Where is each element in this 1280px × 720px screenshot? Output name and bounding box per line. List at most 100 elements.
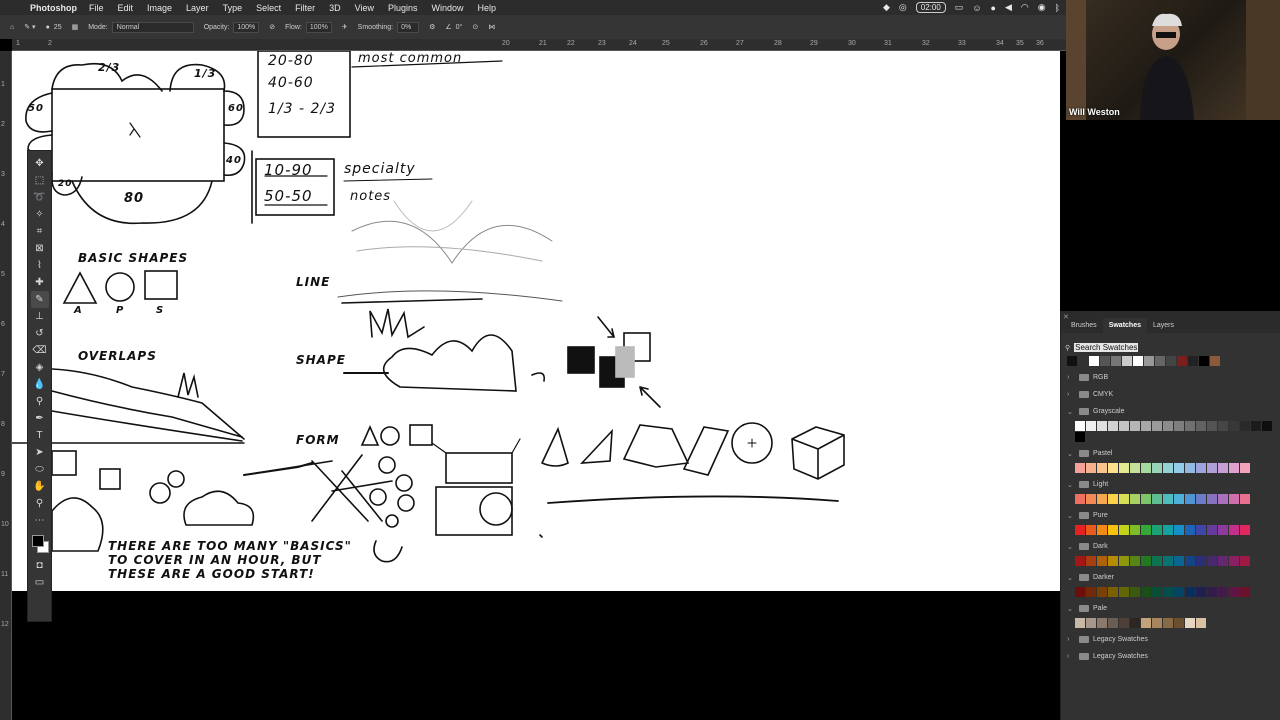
dodge-tool-icon[interactable]: ⚲	[31, 393, 49, 410]
swatch[interactable]	[1163, 421, 1173, 431]
swatch[interactable]	[1086, 525, 1096, 535]
swatch[interactable]	[1111, 356, 1121, 366]
swatch[interactable]	[1086, 463, 1096, 473]
magic-wand-tool-icon[interactable]: ✧	[31, 206, 49, 223]
volume-icon[interactable]: ◀	[1005, 2, 1012, 13]
brush-preset-picker[interactable]: ✎ ▾	[24, 23, 35, 31]
swatch[interactable]	[1097, 421, 1107, 431]
swatch[interactable]	[1086, 618, 1096, 628]
swatch-group-header[interactable]: ⌄ Dark	[1067, 541, 1280, 552]
pasteboard[interactable]	[12, 591, 1060, 720]
swatch[interactable]	[1218, 421, 1228, 431]
menu-file[interactable]: File	[89, 3, 104, 13]
tab-layers[interactable]: Layers	[1147, 318, 1180, 333]
swatch[interactable]	[1229, 463, 1239, 473]
swatch[interactable]	[1229, 421, 1239, 431]
brush-size[interactable]: ● 25	[46, 24, 62, 31]
swatch[interactable]	[1141, 618, 1151, 628]
swatch[interactable]	[1130, 618, 1140, 628]
chevron-down-icon[interactable]: ⌄	[1067, 481, 1075, 489]
zoom-tool-icon[interactable]: ⚲	[31, 495, 49, 512]
swatch[interactable]	[1152, 463, 1162, 473]
swatch[interactable]	[1078, 356, 1088, 366]
swatch[interactable]	[1240, 421, 1250, 431]
ruler-top[interactable]: 1 2 20 21 22 23 24 25 26 27 28 29 30 31 …	[12, 39, 1066, 51]
swatch[interactable]	[1188, 356, 1198, 366]
airbrush-icon[interactable]: ✈	[342, 23, 348, 31]
swatch[interactable]	[1075, 463, 1085, 473]
quick-mask-icon[interactable]: ◘	[31, 557, 49, 574]
swatch[interactable]	[1207, 463, 1217, 473]
swatch[interactable]	[1229, 556, 1239, 566]
swatch[interactable]	[1130, 587, 1140, 597]
tab-brushes[interactable]: Brushes	[1065, 318, 1103, 333]
swatch[interactable]	[1086, 494, 1096, 504]
swatch[interactable]	[1155, 356, 1165, 366]
tab-swatches[interactable]: Swatches	[1102, 318, 1147, 333]
swatch[interactable]	[1067, 356, 1077, 366]
swatch[interactable]	[1207, 494, 1217, 504]
swatch[interactable]	[1152, 421, 1162, 431]
creative-cloud-icon[interactable]: ◎	[899, 2, 907, 13]
swatch[interactable]	[1174, 421, 1184, 431]
menu-edit[interactable]: Edit	[118, 3, 134, 13]
swatch-group-header[interactable]: › CMYK	[1067, 389, 1280, 400]
swatch[interactable]	[1075, 432, 1085, 442]
swatch[interactable]	[1262, 421, 1272, 431]
swatch-group-header[interactable]: › Legacy Swatches	[1067, 651, 1280, 662]
swatch[interactable]	[1240, 556, 1250, 566]
smoothing-field[interactable]: 0%	[397, 21, 420, 33]
app-menu[interactable]: Photoshop	[30, 3, 77, 13]
more-tools-icon[interactable]: ⋯	[31, 512, 49, 529]
swatch[interactable]	[1133, 356, 1143, 366]
swatch[interactable]	[1240, 525, 1250, 535]
swatch[interactable]	[1163, 618, 1173, 628]
swatch[interactable]	[1240, 587, 1250, 597]
brush-settings-icon[interactable]: ▦	[72, 23, 79, 31]
opacity-field[interactable]: 100%	[233, 21, 260, 33]
swatch[interactable]	[1119, 463, 1129, 473]
swatch[interactable]	[1122, 356, 1132, 366]
swatch[interactable]	[1229, 525, 1239, 535]
swatch[interactable]	[1185, 525, 1195, 535]
angle-field[interactable]: 0°	[456, 24, 463, 31]
swatch[interactable]	[1196, 421, 1206, 431]
swatch[interactable]	[1174, 556, 1184, 566]
chevron-down-icon[interactable]: ⌄	[1067, 543, 1075, 551]
brush-tool-icon[interactable]: ✎	[30, 291, 49, 308]
swatch[interactable]	[1152, 494, 1162, 504]
swatch[interactable]	[1130, 494, 1140, 504]
move-tool-icon[interactable]: ✥	[31, 155, 49, 172]
swatch[interactable]	[1174, 618, 1184, 628]
swatch[interactable]	[1166, 356, 1176, 366]
swatch[interactable]	[1185, 494, 1195, 504]
swatch[interactable]	[1097, 463, 1107, 473]
swatch[interactable]	[1196, 618, 1206, 628]
shape-tool-icon[interactable]: ⬭	[31, 461, 49, 478]
swatch[interactable]	[1218, 463, 1228, 473]
bluetooth-icon[interactable]: ᛒ	[1055, 3, 1060, 13]
swatch[interactable]	[1196, 587, 1206, 597]
swatch[interactable]	[1152, 587, 1162, 597]
display-icon[interactable]: ▭	[955, 2, 964, 13]
swatch[interactable]	[1119, 494, 1129, 504]
symmetry-icon[interactable]: ⋈	[488, 23, 495, 31]
swatch[interactable]	[1130, 525, 1140, 535]
swatch[interactable]	[1163, 587, 1173, 597]
crop-tool-icon[interactable]: ⌗	[31, 223, 49, 240]
swatch[interactable]	[1141, 421, 1151, 431]
swatch-group-header[interactable]: ⌄ Darker	[1067, 572, 1280, 583]
swatch[interactable]	[1086, 421, 1096, 431]
foreground-color[interactable]	[31, 535, 44, 547]
history-brush-tool-icon[interactable]: ↺	[31, 325, 49, 342]
swatch[interactable]	[1185, 421, 1195, 431]
swatch[interactable]	[1196, 494, 1206, 504]
swatch[interactable]	[1185, 587, 1195, 597]
clone-stamp-tool-icon[interactable]: ⊥	[31, 308, 49, 325]
menu-3d[interactable]: 3D	[329, 3, 341, 13]
swatch[interactable]	[1196, 525, 1206, 535]
chevron-down-icon[interactable]: ⌄	[1067, 408, 1075, 416]
swatch[interactable]	[1108, 587, 1118, 597]
swatch[interactable]	[1229, 587, 1239, 597]
swatch[interactable]	[1130, 463, 1140, 473]
